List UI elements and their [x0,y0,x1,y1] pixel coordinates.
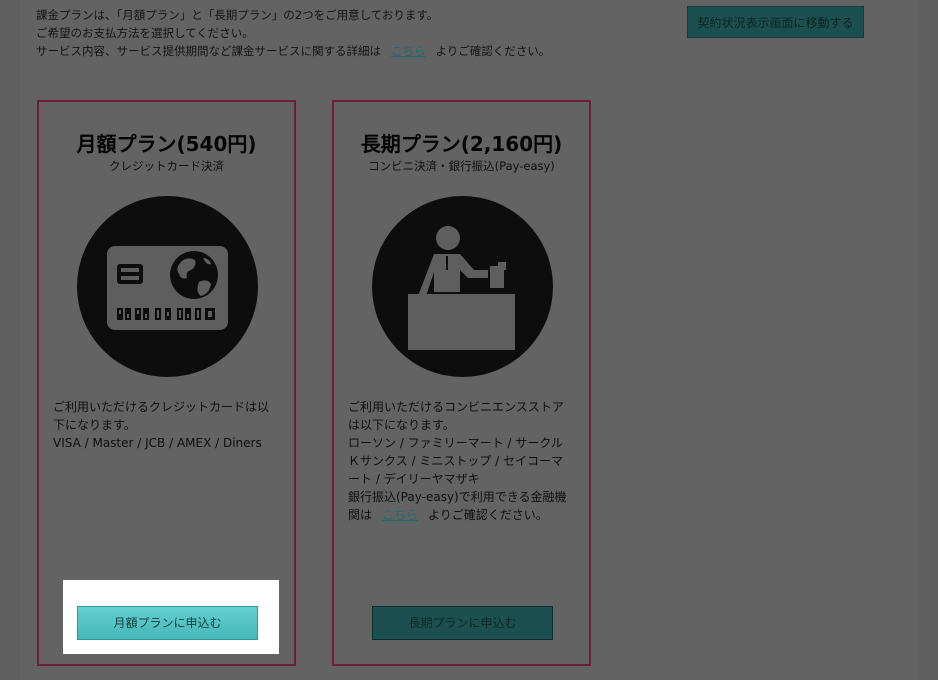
longterm-plan-desc-line-2: ローソン / ファミリーマート / サークルＫサンクス / ミニストップ / セ… [348,436,563,486]
longterm-plan-desc-line-1: ご利用いただけるコンビニエンスストアは以下になります。 [348,400,564,432]
cashier-counter-icon [372,196,553,377]
bank-list-link[interactable]: こちら [382,508,418,522]
longterm-plan-desc-line-3-suffix: よりご確認ください。 [428,508,548,522]
intro-line-1: 課金プランは、「月額プラン」と「長期プラン」の2つをご用意しております。 [36,8,439,22]
longterm-plan-desc-line-3: 銀行振込(Pay-easy)で利用できる金融機関は こちら よりご確認ください。 [348,488,570,524]
longterm-plan-description: ご利用いただけるコンビニエンスストアは以下になります。 ローソン / ファミリー… [348,398,570,524]
intro-line-3-suffix: よりご確認ください。 [435,44,551,58]
monthly-plan-title: 月額プラン(540円) [76,132,257,156]
intro-line-2: ご希望のお支払方法を選択してください。 [36,26,254,40]
longterm-plan-title: 長期プラン(2,160円) [360,132,563,156]
contract-status-button[interactable]: 契約状況表示画面に移動する [687,6,864,38]
credit-card-icon [77,196,258,377]
intro-line-3: サービス内容、サービス提供期間など課金サービスに関する詳細は こちら よりご確認くだ… [36,42,636,60]
longterm-plan-subtitle: コンビニ決済・銀行振込(Pay-easy) [368,159,555,173]
monthly-plan-description: ご利用いただけるクレジットカードは以下になります。 VISA / Master … [53,398,275,452]
monthly-plan-desc-line-2: VISA / Master / JCB / AMEX / Diners [53,436,262,450]
apply-monthly-plan-button[interactable]: 月額プランに申込む [77,606,258,640]
monthly-plan-desc-line-1: ご利用いただけるクレジットカードは以下になります。 [53,400,270,432]
monthly-plan-subtitle: クレジットカード決済 [109,159,224,173]
longterm-plan-card: 長期プラン(2,160円) コンビニ決済・銀行振込(Pay-easy) ご利用い… [332,100,591,666]
apply-longterm-plan-button[interactable]: 長期プランに申込む [372,606,553,640]
spotlight-area: 月額プランに申込む [63,580,279,654]
details-link[interactable]: こちら [391,44,426,58]
intro-line-3-prefix: サービス内容、サービス提供期間など課金サービスに関する詳細は [36,44,381,58]
intro-text: 課金プランは、「月額プラン」と「長期プラン」の2つをご用意しております。 ご希望… [36,6,636,60]
